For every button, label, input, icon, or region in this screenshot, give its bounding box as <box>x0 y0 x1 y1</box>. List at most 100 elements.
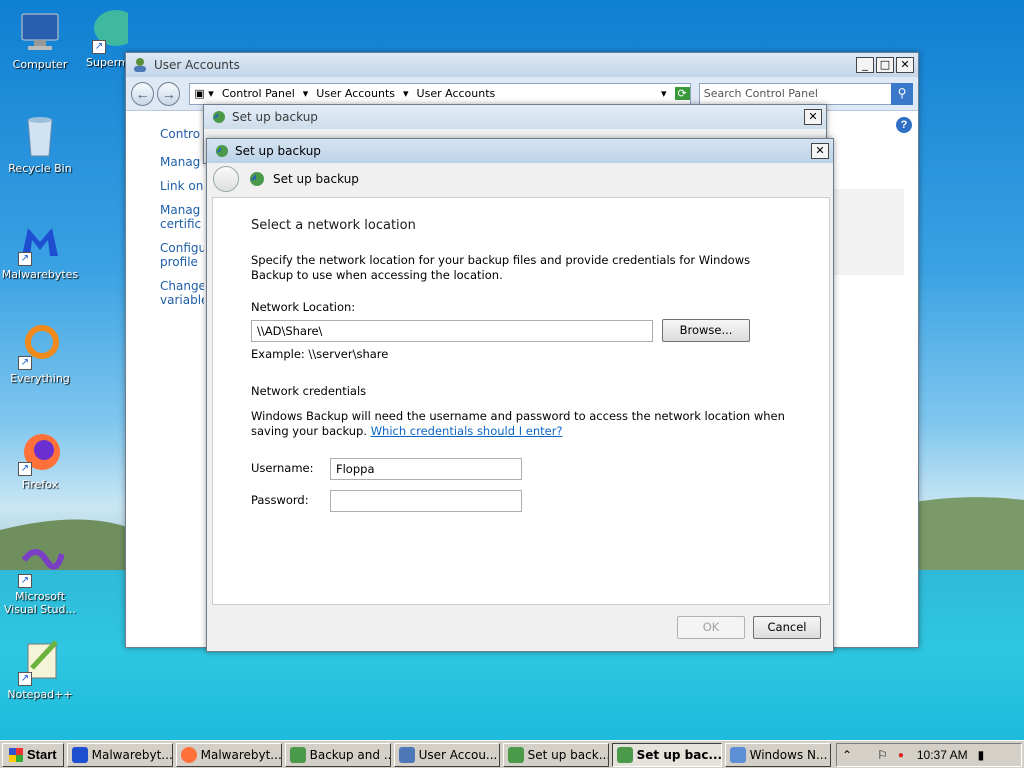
username-label: Username: <box>251 461 314 475</box>
desktop-icon-malwarebytes[interactable]: ↗ Malwarebytes <box>0 218 80 281</box>
shortcut-arrow-icon: ↗ <box>18 252 32 266</box>
setup-backup-titlebar[interactable]: Set up backup ✕ <box>207 139 833 163</box>
side-links: Contro Manag Link on Manag certific Conf… <box>160 127 204 317</box>
desktop-icon-computer[interactable]: Computer <box>0 8 80 71</box>
computer-icon <box>16 8 64 56</box>
taskbar-item-malwarebytes[interactable]: Malwarebyt... <box>66 742 173 767</box>
taskbar-item-setup-backup[interactable]: Set up back... <box>502 742 609 767</box>
desktop-icon-recycle-bin[interactable]: Recycle Bin <box>0 112 80 175</box>
close-button[interactable]: ✕ <box>896 57 914 73</box>
password-field[interactable] <box>330 490 522 512</box>
desktop-icon-label: Microsoft Visual Stud... <box>3 590 77 616</box>
taskbar-item-label: Backup and ... <box>309 747 391 762</box>
search-placeholder: Search Control Panel <box>703 86 818 100</box>
windows-logo-icon <box>9 747 23 762</box>
desktop-icon-everything[interactable]: ↗ Everything <box>0 322 80 385</box>
side-link[interactable]: Link on <box>160 179 204 193</box>
taskbar: Start Malwarebyt... Malwarebyt... Backup… <box>0 740 1024 768</box>
desktop-icon-label: Notepad++ <box>7 688 73 701</box>
side-link[interactable]: Change variable <box>160 279 204 307</box>
backup-icon <box>289 746 306 763</box>
user-accounts-icon <box>398 746 415 763</box>
side-link[interactable]: Manag certific <box>160 203 204 231</box>
desktop-icon-label: Malwarebytes <box>1 268 79 281</box>
backup-icon <box>616 746 633 763</box>
desktop-icon-firefox[interactable]: ↗ Firefox <box>0 428 80 491</box>
desktop-icon-label: Everything <box>10 372 70 385</box>
taskbar-item-windows-notepad[interactable]: Windows N... <box>724 742 831 767</box>
taskbar-item-label: Windows N... <box>749 747 828 762</box>
refresh-icon[interactable]: ⟳ <box>674 87 690 100</box>
backup-icon <box>507 746 524 763</box>
credentials-heading: Network credentials <box>251 384 367 398</box>
description-text: Specify the network location for your ba… <box>251 253 751 282</box>
control-panel-icon: ▣ ▾ <box>194 87 214 100</box>
start-label: Start <box>27 747 57 762</box>
shortcut-arrow-icon: ↗ <box>92 40 106 54</box>
example-text: Example: \\server\share <box>251 347 389 361</box>
firefox-icon: ↗ <box>16 428 64 476</box>
taskbar-item-label: User Accou... <box>418 747 498 762</box>
taskbar-item-setup-backup-active[interactable]: Set up bac... <box>611 742 722 767</box>
back-arrow-icon[interactable]: ← <box>131 81 155 106</box>
backup-icon <box>213 143 229 159</box>
shortcut-arrow-icon: ↗ <box>18 672 32 686</box>
wizard-back-button[interactable] <box>213 166 239 192</box>
backup-icon <box>210 109 226 125</box>
side-link[interactable]: Configu profile <box>160 241 204 269</box>
taskbar-item-malwarebytes-firefox[interactable]: Malwarebyt... <box>175 742 282 767</box>
help-icon[interactable]: ? <box>896 117 912 133</box>
window-title: Set up backup <box>232 110 318 124</box>
browse-button[interactable]: Browse... <box>662 319 750 342</box>
cancel-button[interactable]: Cancel <box>753 616 821 639</box>
network-location-input[interactable]: \\AD\Share\ <box>251 320 653 342</box>
malwarebytes-icon: ↗ <box>16 218 64 266</box>
clock[interactable]: 10:37 AM <box>917 748 968 762</box>
minimize-button[interactable]: _ <box>856 57 874 73</box>
wizard-header: Set up backup <box>207 163 833 195</box>
chevron-down-icon[interactable]: ▾ <box>403 87 409 100</box>
close-button[interactable]: ✕ <box>804 109 822 125</box>
forward-arrow-icon[interactable]: → <box>157 81 181 106</box>
notepad-icon <box>729 746 746 763</box>
side-link[interactable]: Contro <box>160 127 204 141</box>
ok-button[interactable]: OK <box>677 616 745 639</box>
taskbar-item-label: Set up back... <box>527 747 609 762</box>
credentials-help-link[interactable]: Which credentials should I enter? <box>371 424 563 438</box>
search-icon[interactable]: ⚲ <box>891 82 914 105</box>
desktop-icon-visual-studio[interactable]: ↗ Microsoft Visual Stud... <box>0 540 80 616</box>
history-dropdown-icon[interactable]: ▾ <box>661 87 667 100</box>
show-hidden-icons-icon[interactable]: ⌃ <box>842 748 852 762</box>
system-tray: ⌃ ⚐ ● 10:37 AM ▮ <box>836 743 1022 767</box>
close-button[interactable]: ✕ <box>811 143 829 159</box>
desktop-icon-label: Recycle Bin <box>8 162 72 175</box>
wizard-title: Set up backup <box>273 172 359 186</box>
password-label: Password: <box>251 493 309 507</box>
show-desktop-icon[interactable]: ▮ <box>978 748 985 762</box>
chevron-down-icon[interactable]: ▾ <box>303 87 309 100</box>
network-status-icon[interactable]: ● <box>898 750 904 761</box>
start-button[interactable]: Start <box>2 742 64 767</box>
breadcrumb-item[interactable]: User Accounts <box>316 87 395 100</box>
breadcrumb-item[interactable]: Control Panel <box>222 87 295 100</box>
address-bar[interactable]: ▣ ▾ Control Panel ▾ User Accounts ▾ User… <box>189 82 691 105</box>
search-input[interactable]: Search Control Panel ⚲ <box>698 82 914 105</box>
user-accounts-titlebar[interactable]: User Accounts _ □ ✕ <box>126 53 918 77</box>
malwarebytes-icon <box>71 746 88 763</box>
username-field[interactable]: Floppa <box>330 458 522 480</box>
setup-backup-titlebar[interactable]: Set up backup ✕ <box>204 105 826 129</box>
maximize-button[interactable]: □ <box>876 57 894 73</box>
desktop-icon-superm[interactable]: ↗ Superm <box>78 6 128 69</box>
action-center-flag-icon[interactable]: ⚐ <box>877 748 888 762</box>
desktop-icon-notepadpp[interactable]: ↗ Notepad++ <box>0 638 80 701</box>
taskbar-item-label: Malwarebyt... <box>91 747 173 762</box>
side-link[interactable]: Manag <box>160 155 204 169</box>
taskbar-item-user-accounts[interactable]: User Accou... <box>393 742 500 767</box>
desktop-icon-label: Superm <box>86 56 128 69</box>
shortcut-arrow-icon: ↗ <box>18 462 32 476</box>
taskbar-item-backup-and-restore[interactable]: Backup and ... <box>284 742 391 767</box>
breadcrumb-item[interactable]: User Accounts <box>417 87 496 100</box>
desktop-icon-label: Firefox <box>21 478 59 491</box>
superm-icon: ↗ <box>90 6 128 54</box>
page-heading: Select a network location <box>251 218 416 233</box>
